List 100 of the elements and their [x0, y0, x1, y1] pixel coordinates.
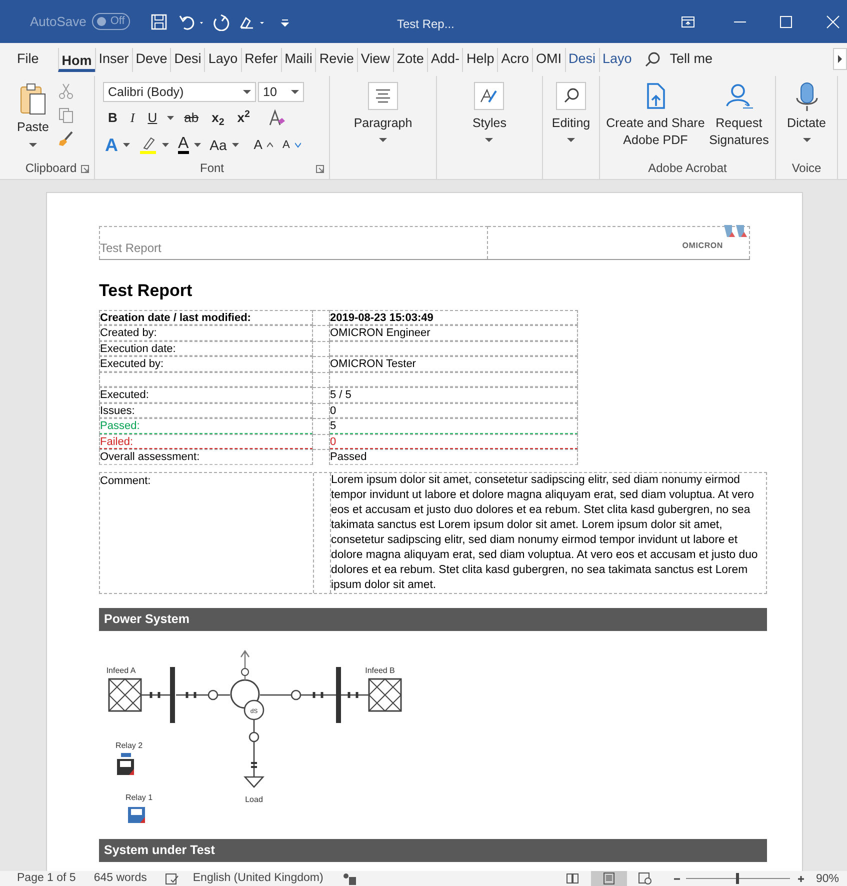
- caret-icon: [243, 90, 251, 94]
- ribbon-tab[interactable]: View: [356, 48, 393, 72]
- report-heading: Test Report: [99, 280, 194, 302]
- table-cell: Executed by:: [99, 356, 313, 372]
- comment-text: Lorem ipsum dolor sit amet, consetetur sadipscing elitr, sed diam nonumy eirmod tempor invidunt ut labore et dolore magna aliquyam erat, sed diam voluptua. At vero eos et accusam et justo duo dolores et ea rebum. Stet clita kasd gubergren, no sea takimata sanctus est Lorem ipsum dolor sit amet. Lorem ipsum dolor sit amet, consetetur sadipscing elitr, sed diam nonumy eirmod tempor invidunt ut labore et dolore magna aliquyam erat, sed diam voluptua. At vero eos et accusam et justo duo dolores et ea rebum. Stet clita kasd gubergren, no sea takimata sanctus est Lorem ipsum dolor sit amet.: [331, 472, 759, 592]
- brush-icon[interactable]: [58, 131, 74, 147]
- language-indicator[interactable]: English (United Kingdom): [192, 870, 324, 886]
- styles-button[interactable]: Styles: [472, 76, 507, 159]
- caret-icon: [291, 90, 299, 94]
- group-label: Clipboard: [25, 160, 77, 177]
- subscript-button[interactable]: x$_{2}$: [208, 108, 228, 128]
- font-size-field[interactable]: 10: [258, 82, 304, 102]
- change-case-button[interactable]: Aa: [210, 134, 227, 156]
- zoom-in-icon[interactable]: [797, 875, 805, 883]
- header-text: Test Report: [100, 240, 162, 257]
- shrink-font-button[interactable]: A: [282, 136, 290, 154]
- ribbon-tab[interactable]: Layo: [598, 48, 635, 72]
- relay-icon: [117, 752, 134, 774]
- table-cell: OMICRON Engineer: [330, 325, 578, 340]
- grow-font-button[interactable]: A: [254, 135, 262, 155]
- ribbon-tab[interactable]: Add-: [426, 48, 462, 72]
- caret-icon: [379, 138, 387, 143]
- ribbon-tab[interactable]: Hom: [58, 48, 95, 72]
- print-view-icon: [602, 872, 616, 885]
- ribbon-tab[interactable]: Deve: [132, 48, 170, 72]
- read-view-icon: [566, 872, 580, 885]
- relay-icon: [128, 806, 145, 822]
- search-icon[interactable]: [644, 52, 661, 68]
- ribbon-display-icon[interactable]: [680, 14, 696, 30]
- save-icon[interactable]: [150, 12, 168, 30]
- caret-icon[interactable]: [167, 116, 174, 120]
- underline-button[interactable]: U: [144, 108, 160, 128]
- caret-icon: [29, 142, 37, 148]
- close-icon[interactable]: [826, 15, 840, 29]
- redo-icon[interactable]: [212, 12, 230, 30]
- logo-text: OMICRON: [682, 240, 723, 252]
- bold-button[interactable]: B: [105, 108, 120, 128]
- caret-icon[interactable]: [123, 143, 130, 147]
- text-effects-button[interactable]: A: [105, 132, 118, 158]
- paste-button[interactable]: Paste: [14, 82, 52, 159]
- table-cell: Failed:: [99, 434, 313, 449]
- dialog-launcher-icon[interactable]: [316, 165, 324, 173]
- table-cell: Created by:: [99, 325, 313, 340]
- cut-icon[interactable]: [58, 83, 74, 99]
- ribbon-tab[interactable]: Help: [462, 48, 498, 72]
- clipboard-icon: [19, 82, 47, 116]
- caret-icon[interactable]: [232, 143, 239, 147]
- group-label: Voice: [792, 160, 822, 177]
- ribbon-tab[interactable]: Desi: [564, 48, 599, 72]
- font-color-button[interactable]: A: [178, 136, 189, 154]
- page-indicator[interactable]: Page 1 of 5: [17, 870, 76, 886]
- styles-icon: [473, 82, 506, 112]
- view-button[interactable]: [591, 871, 627, 886]
- section-header: System under Test: [99, 838, 767, 862]
- zoom-level[interactable]: 90%: [816, 871, 840, 886]
- table-cell: 0: [330, 402, 578, 418]
- caret-icon[interactable]: [194, 143, 201, 147]
- diagram-label: Infeed A: [106, 666, 136, 674]
- proofing-icon[interactable]: [164, 872, 179, 884]
- word-count[interactable]: 645 words: [94, 870, 147, 886]
- maximize-icon[interactable]: [779, 15, 793, 29]
- diagram-label: Relay 1: [125, 792, 153, 802]
- caret-icon[interactable]: [162, 143, 169, 147]
- scroll-tabs-button[interactable]: [833, 48, 847, 70]
- dialog-launcher-icon[interactable]: [81, 165, 89, 173]
- dictate-button[interactable]: Dictate: [787, 76, 826, 159]
- table-cell: Passed: [330, 449, 578, 464]
- diagram-label: Infeed B: [365, 666, 395, 674]
- font-name-field[interactable]: Calibri (Body): [103, 82, 256, 102]
- ribbon-tab[interactable]: OMI: [532, 48, 564, 72]
- request-signatures-button[interactable]: Request Signatures: [709, 76, 769, 159]
- ribbon-tab[interactable]: Zote: [392, 48, 427, 72]
- ribbon-tab[interactable]: Desi: [170, 48, 204, 72]
- tell-me-search[interactable]: Tell me: [670, 49, 713, 70]
- ribbon-tab[interactable]: Inser: [94, 48, 132, 72]
- table-cell: 0: [330, 434, 578, 449]
- superscript-button[interactable]: x$^{2}$: [234, 108, 253, 128]
- table-cell: 5: [330, 418, 578, 434]
- ribbon-tab[interactable]: File: [16, 48, 40, 72]
- logo-mark-icon: [724, 225, 748, 237]
- ribbon-tab[interactable]: Layo: [204, 48, 241, 72]
- italic-button[interactable]: I: [127, 108, 138, 128]
- caret-icon: [485, 138, 494, 143]
- strikethrough-button[interactable]: ab: [181, 108, 202, 128]
- create-pdf-button[interactable]: Create and Share Adobe PDF: [606, 76, 705, 159]
- highlighter-icon[interactable]: [139, 136, 157, 154]
- table-cell: OMICRON Tester: [330, 356, 578, 372]
- copy-icon[interactable]: [58, 107, 74, 123]
- zoom-slider[interactable]: [736, 873, 739, 884]
- editing-button[interactable]: Editing: [552, 76, 590, 159]
- document-title: Test Rep...: [397, 16, 454, 33]
- ribbon-tab[interactable]: Revie: [315, 48, 357, 72]
- ribbon-tab[interactable]: Acro: [497, 48, 532, 72]
- ribbon-tab[interactable]: Refer: [240, 48, 281, 72]
- caret-icon: [837, 55, 843, 63]
- table-cell: Overall assessment:: [99, 449, 313, 464]
- ribbon-tab[interactable]: Maili: [280, 48, 316, 72]
- caret-up-icon: [267, 142, 274, 148]
- section-header: Power System: [99, 608, 767, 630]
- paragraph-button[interactable]: Paragraph: [354, 76, 412, 159]
